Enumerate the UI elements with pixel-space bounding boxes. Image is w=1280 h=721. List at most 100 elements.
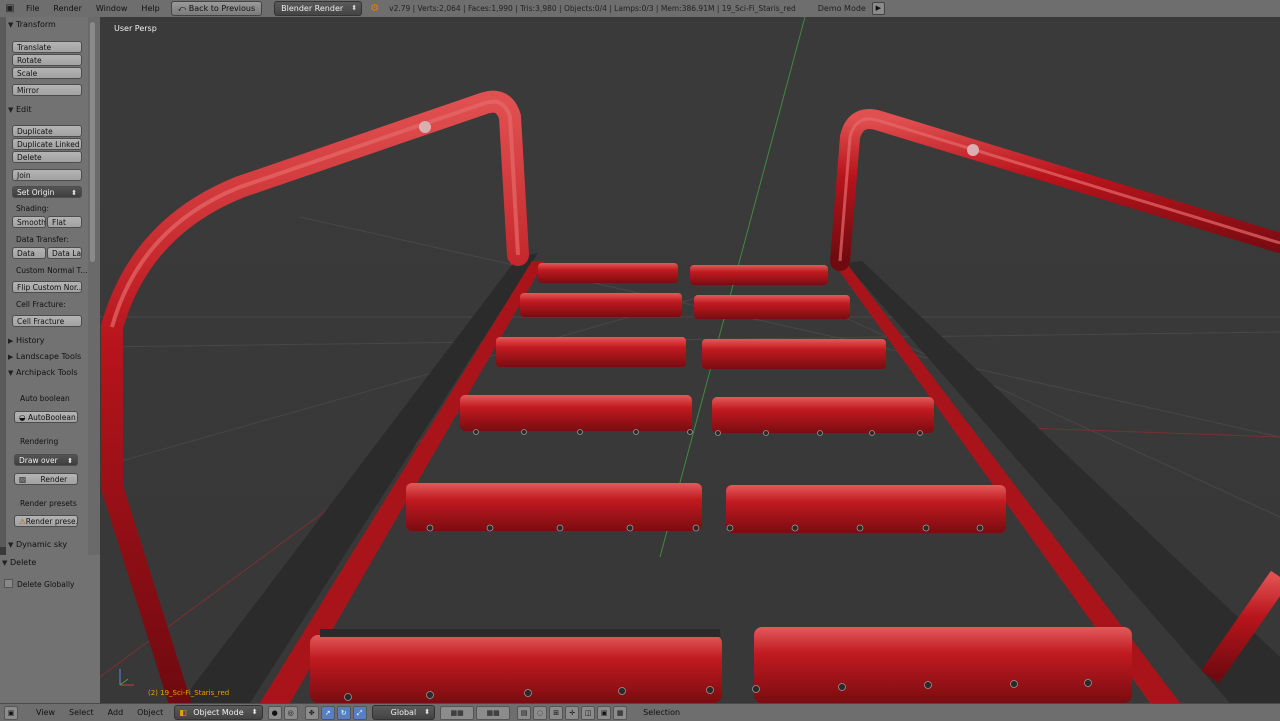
collapse-icon: ▼: [8, 369, 14, 377]
menu-view[interactable]: View: [29, 708, 62, 717]
back-icon: ⤺: [177, 4, 189, 13]
snap-element-icon[interactable]: ✛: [565, 705, 580, 720]
object-mode-dropdown[interactable]: Object Mode: [174, 705, 263, 720]
mirror-button[interactable]: Mirror: [12, 84, 82, 96]
auto-boolean-label: Auto boolean: [20, 394, 70, 403]
layers-icon-2[interactable]: ▦▦: [476, 705, 511, 720]
history-header-label: History: [16, 336, 45, 345]
orientation-dropdown[interactable]: Global: [371, 705, 436, 720]
dynamic-sky-header-label: Dynamic sky: [16, 540, 68, 549]
operator-header-label: Delete: [10, 558, 37, 567]
render-presets-button[interactable]: ⚠Render prese...: [14, 515, 78, 527]
checkbox-icon: [4, 579, 13, 588]
draw-over-dropdown[interactable]: Draw over: [14, 454, 78, 466]
delete-globally-checkbox[interactable]: Delete Globally: [4, 579, 74, 589]
play-icon[interactable]: ▶: [871, 2, 885, 15]
delete-button[interactable]: Delete: [12, 151, 82, 163]
menu-select[interactable]: Select: [62, 708, 101, 717]
custom-normal-label: Custom Normal T...: [16, 266, 88, 275]
back-to-previous-button[interactable]: ⤺ Back to Previous: [170, 1, 263, 16]
dynamic-sky-panel-header[interactable]: ▼ Dynamic sky: [8, 539, 67, 551]
toolshelf-scrollbar[interactable]: [90, 22, 95, 262]
menu-help[interactable]: Help: [134, 4, 166, 13]
3d-viewport[interactable]: [100, 17, 1280, 703]
rail-bolt: [419, 121, 431, 133]
step-1-right: [690, 265, 828, 285]
scene-render: [100, 17, 1280, 703]
opengl-render-icon[interactable]: ▣: [597, 705, 612, 720]
translate-manipulator-icon[interactable]: ↗: [320, 705, 335, 720]
layers-icon[interactable]: ▦▦: [440, 705, 475, 720]
join-button[interactable]: Join: [12, 169, 82, 181]
opengl-anim-icon[interactable]: ▦: [613, 705, 628, 720]
autoboolean-label: AutoBoolean: [27, 413, 76, 422]
operator-panel-header[interactable]: ▼ Delete: [2, 557, 36, 569]
tool-shelf: ▼ Transform Translate Rotate Scale Mirror…: [6, 17, 88, 555]
render-layer-icon[interactable]: ▤: [517, 705, 532, 720]
render-presets-label: Render presets: [20, 499, 77, 508]
step-6-right: [754, 627, 1132, 703]
translate-button[interactable]: Translate: [12, 41, 82, 53]
step-2-right: [694, 295, 850, 319]
transform-header-label: Transform: [16, 20, 56, 29]
menu-file[interactable]: File: [19, 4, 46, 13]
collapse-icon: ▼: [8, 21, 14, 29]
smooth-button[interactable]: Smooth: [12, 216, 46, 228]
archipack-header-label: Archipack Tools: [16, 368, 78, 377]
step-5-left: [406, 483, 702, 531]
proportional-edit-icon[interactable]: ◌: [533, 705, 548, 720]
snap-icon[interactable]: ⊞: [549, 705, 564, 720]
set-origin-dropdown[interactable]: Set Origin: [12, 186, 82, 198]
view3d-icon[interactable]: ▣: [4, 705, 18, 720]
collapse-icon: ▼: [8, 106, 14, 114]
step-6-edge: [320, 629, 720, 637]
step-4-right: [712, 397, 934, 433]
render-engine-dropdown[interactable]: Blender Render: [274, 1, 363, 16]
demo-mode-label: Demo Mode: [817, 4, 866, 13]
render-button[interactable]: ▨ Render: [14, 473, 78, 485]
duplicate-button[interactable]: Duplicate: [12, 125, 82, 137]
view-name-label: User Persp: [114, 24, 157, 33]
menu-render[interactable]: Render: [46, 4, 88, 13]
render-label: Render: [40, 475, 68, 484]
blender-icon: ⚙: [370, 3, 380, 14]
data-layout-button[interactable]: Data La: [47, 247, 82, 259]
view3d-header: ▣ View Select Add Object Object Mode ● ◎…: [0, 703, 1280, 721]
scale-manipulator-icon[interactable]: ⤢: [352, 705, 367, 720]
archipack-panel-header[interactable]: ▼ Archipack Tools: [8, 367, 78, 379]
scale-button[interactable]: Scale: [12, 67, 82, 79]
pivot-icon[interactable]: ◎: [283, 705, 298, 720]
step-3-left: [496, 337, 686, 367]
flat-button[interactable]: Flat: [47, 216, 82, 228]
step-4-left: [460, 395, 692, 431]
cell-fracture-button[interactable]: Cell Fracture: [12, 315, 82, 327]
rotate-button[interactable]: Rotate: [12, 54, 82, 66]
step-1-left: [538, 263, 678, 283]
history-panel-header[interactable]: ▶ History: [8, 335, 44, 347]
flip-custom-normals-button[interactable]: Flip Custom Nor...: [12, 281, 82, 293]
delete-globally-label: Delete Globally: [17, 580, 75, 589]
expand-icon: ▶: [8, 337, 14, 345]
snap-target-icon[interactable]: ◫: [581, 705, 596, 720]
shading-label: Shading:: [16, 204, 49, 213]
edit-header-label: Edit: [16, 105, 32, 114]
menu-object[interactable]: Object: [130, 708, 170, 717]
render-presets-button-label: Render prese...: [25, 517, 78, 526]
transform-panel-header[interactable]: ▼ Transform: [8, 19, 56, 31]
rail-bolt: [967, 144, 979, 156]
edit-panel-header[interactable]: ▼ Edit: [8, 104, 32, 116]
editor-type-icon[interactable]: ▣: [4, 3, 16, 15]
active-object-label: (2) 19_Sci-Fi_Staris_red: [148, 689, 230, 697]
menu-add[interactable]: Add: [101, 708, 131, 717]
menu-window[interactable]: Window: [89, 4, 135, 13]
landscape-panel-header[interactable]: ▶ Landscape Tools: [8, 351, 81, 363]
data-transfer-label: Data Transfer:: [16, 235, 69, 244]
warning-icon: ⚠: [19, 517, 26, 526]
manipulator-icon[interactable]: ✥: [304, 705, 319, 720]
duplicate-linked-button[interactable]: Duplicate Linked: [12, 138, 82, 150]
data-button[interactable]: Data: [12, 247, 46, 259]
shading-sphere-icon[interactable]: ●: [267, 705, 282, 720]
rotate-manipulator-icon[interactable]: ↻: [336, 705, 351, 720]
collapse-icon: ▼: [8, 541, 14, 549]
autoboolean-button[interactable]: ◒ AutoBoolean: [14, 411, 78, 423]
